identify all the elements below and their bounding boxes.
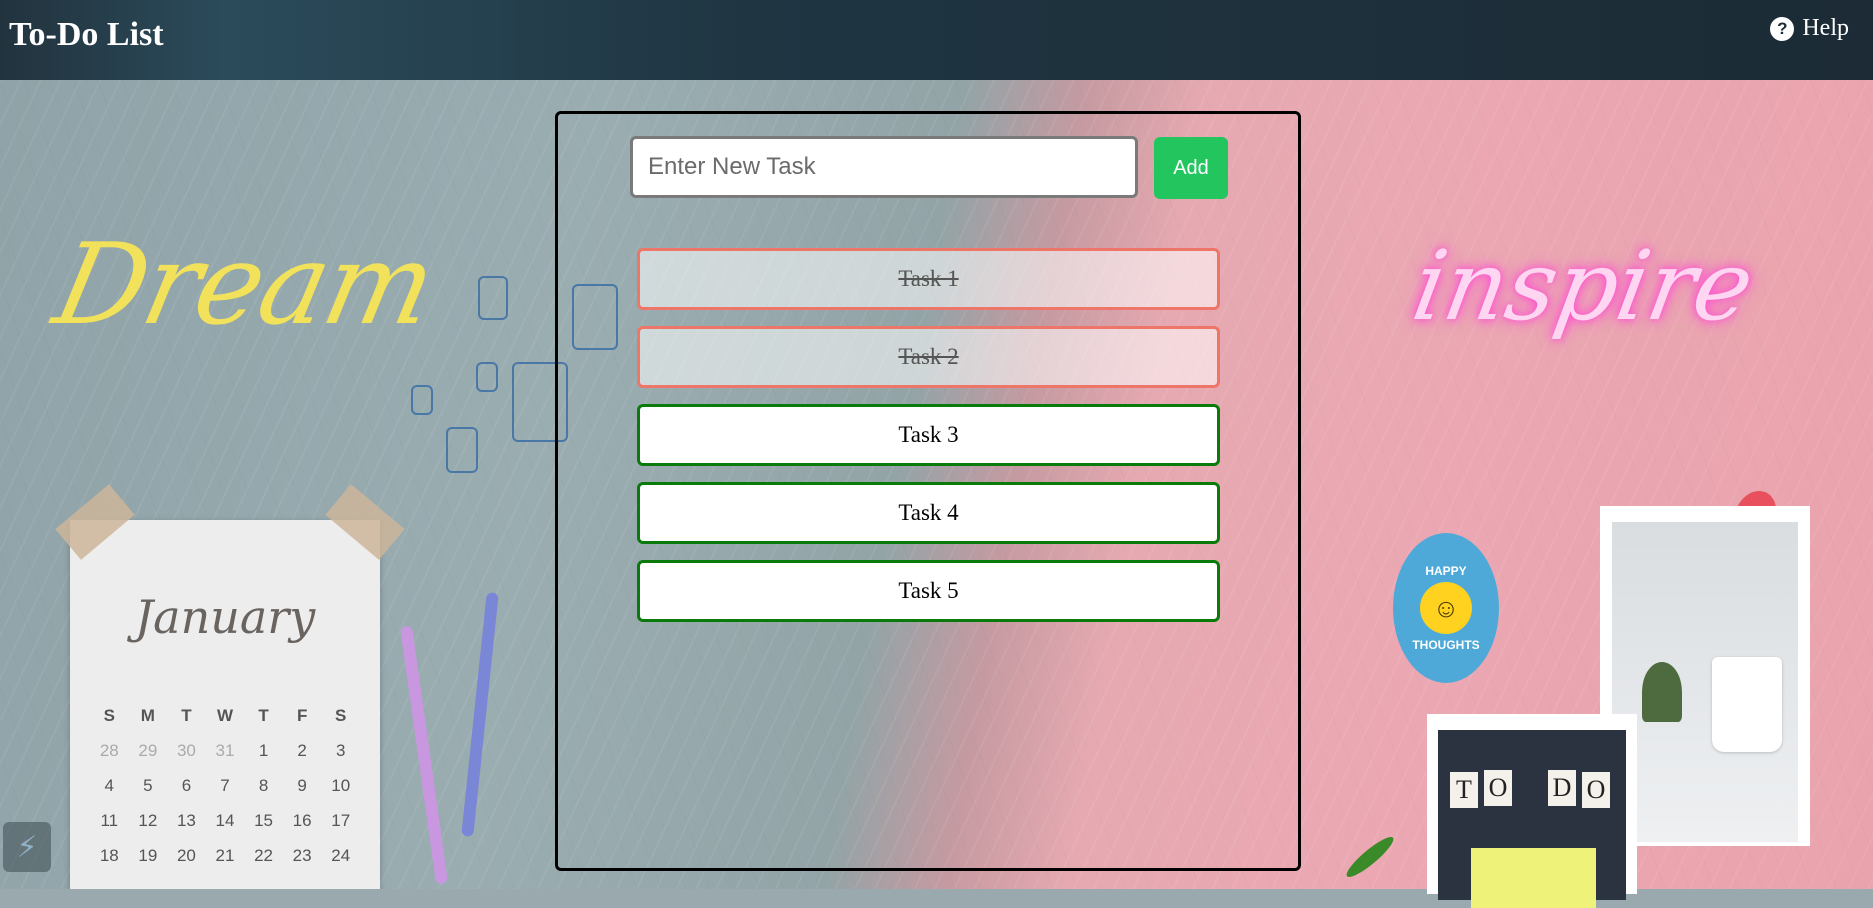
help-button[interactable]: ? Help — [1770, 15, 1849, 42]
calendar-day: 19 — [138, 846, 158, 865]
calendar-day: 18 — [99, 846, 119, 865]
mug-image — [1712, 657, 1782, 752]
calendar-day: 13 — [176, 811, 196, 830]
calendar-day: 4 — [104, 776, 115, 795]
calendar-day: 3 — [335, 741, 346, 760]
calendar-day-header: S — [335, 706, 347, 725]
calendar-day: 9 — [297, 776, 307, 795]
calendar-day: 5 — [143, 776, 153, 795]
calendar-day: 10 — [331, 776, 351, 795]
add-task-button[interactable]: Add — [1154, 137, 1228, 199]
letter-tile: T — [1450, 772, 1478, 808]
letter-tile: D — [1548, 770, 1576, 806]
mug-photo-image — [1612, 522, 1798, 842]
calendar-day: 16 — [292, 811, 312, 830]
calendar-day-header: T — [258, 706, 269, 725]
calendar-day: 21 — [215, 846, 235, 865]
deco-square — [446, 427, 478, 473]
calendar-day: 14 — [215, 811, 235, 830]
task-item[interactable]: Task 4 — [637, 482, 1220, 544]
sticky-note — [1471, 848, 1596, 908]
badge-top-text: HAPPY — [1425, 564, 1467, 578]
calendar-month: January — [134, 590, 316, 644]
calendar-decoration: January S M T W T F S 28 29 30 31 1 2 3 4 5 6 7 8 9 10 11 12 13… — [55, 484, 405, 889]
calendar-day-header: T — [181, 706, 192, 725]
calendar-day: 2 — [297, 741, 307, 760]
calendar-day: 23 — [292, 846, 312, 865]
letter-tile: O — [1582, 772, 1610, 808]
calendar-day: 17 — [331, 811, 351, 830]
calendar-day: 20 — [176, 846, 196, 865]
dream-lettering: Dream — [44, 220, 445, 350]
plant-image — [1642, 662, 1682, 722]
calendar-day: 12 — [138, 811, 158, 830]
calendar-grid: S M T W T F S 28 29 30 31 1 2 3 4 5 6 7 8 9 10 11 12 13 14 15 16 17… — [90, 706, 360, 866]
calendar-day: 29 — [138, 741, 158, 760]
calendar-day-header: M — [140, 706, 155, 725]
todo-photo: T O D O — [1427, 714, 1637, 908]
help-icon: ? — [1770, 16, 1795, 41]
happy-thoughts-badge: HAPPY ☺ THOUGHTS — [1393, 533, 1499, 683]
calendar-day: 15 — [254, 811, 274, 830]
calendar-day: 24 — [331, 846, 351, 865]
deco-square — [411, 385, 433, 415]
calendar-day: 31 — [215, 741, 235, 760]
task-item-completed[interactable]: Task 1 — [637, 248, 1220, 310]
new-task-input[interactable] — [630, 136, 1138, 198]
calendar-day: 7 — [220, 776, 230, 795]
deco-square — [478, 276, 508, 320]
todo-photo-image: T O D O — [1438, 730, 1626, 908]
calendar-day-header: F — [296, 706, 308, 725]
page-title: To-Do List — [9, 16, 164, 53]
task-item-completed[interactable]: Task 2 — [637, 326, 1220, 388]
smiley-icon: ☺ — [1420, 582, 1472, 634]
app-logo-icon[interactable]: ⚡ — [3, 822, 51, 872]
calendar-day: 30 — [176, 741, 196, 760]
app-header: To-Do List ? Help — [0, 0, 1873, 80]
letter-tile: O — [1484, 770, 1512, 806]
help-label: Help — [1802, 15, 1849, 41]
calendar-day: 22 — [254, 846, 274, 865]
calendar-day: 11 — [100, 811, 119, 830]
calendar-day-header: W — [216, 706, 234, 725]
inspire-neon-lettering: inspire — [1405, 230, 1762, 342]
calendar-day: 8 — [258, 776, 269, 795]
badge-bottom-text: THOUGHTS — [1412, 638, 1480, 652]
calendar-day-header: S — [103, 706, 115, 725]
calendar-day: 28 — [99, 741, 119, 760]
calendar-day: 6 — [181, 776, 192, 795]
deco-square — [476, 362, 498, 392]
task-item[interactable]: Task 3 — [637, 404, 1220, 466]
calendar-day: 1 — [258, 741, 269, 760]
task-item[interactable]: Task 5 — [637, 560, 1220, 622]
